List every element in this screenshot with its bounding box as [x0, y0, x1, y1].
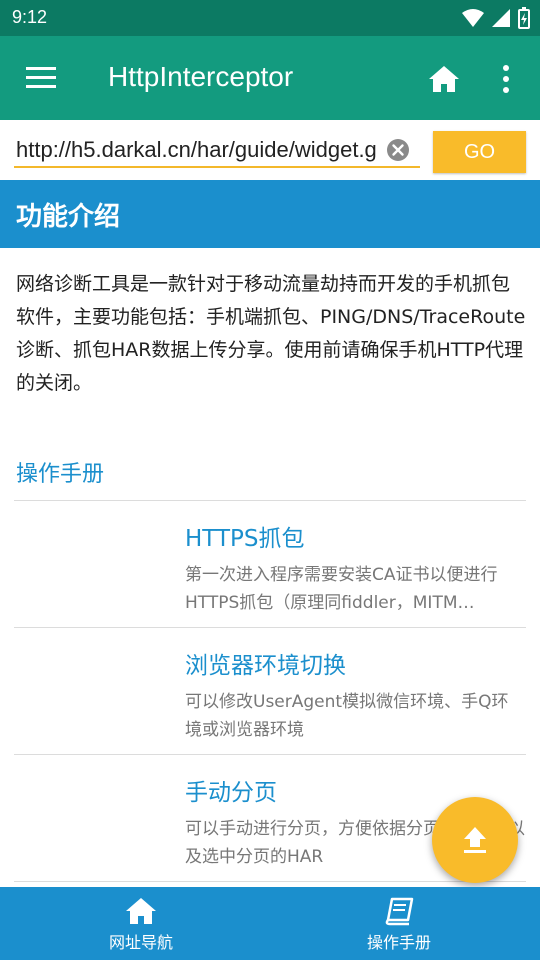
go-button[interactable]: GO [433, 131, 526, 173]
home-icon[interactable] [428, 64, 460, 94]
battery-icon [518, 7, 530, 29]
intro-text: 网络诊断工具是一款针对于移动流量劫持而开发的手机抓包软件，主要功能包括：手机端抓… [16, 273, 526, 394]
status-time: 9:12 [12, 7, 48, 27]
nav-item-url-navigation[interactable]: 网址导航 [6, 887, 276, 960]
more-options-icon[interactable] [496, 64, 516, 94]
divider [14, 881, 526, 882]
book-icon [385, 897, 414, 926]
nav-item-label: 操作手册 [366, 933, 431, 952]
guide-item-title: HTTPS抓包 [185, 526, 305, 552]
guide-item-desc: 第一次进入程序需要安装CA证书以便进行HTTPS抓包（原理同fiddler，MI… [185, 565, 498, 613]
url-input[interactable] [14, 134, 420, 168]
status-icons [462, 7, 530, 29]
guide-item-title: 浏览器环境切换 [185, 653, 346, 679]
section-title: 功能介绍 [16, 202, 121, 232]
manual-title: 操作手册 [16, 462, 105, 487]
upload-icon [464, 827, 486, 853]
guide-item-title: 手动分页 [185, 780, 277, 806]
menu-icon[interactable] [26, 66, 58, 90]
guide-item-desc: 可以修改UserAgent模拟微信环境、手Q环境或浏览器环境 [185, 692, 509, 740]
app-bar: HttpInterceptor [0, 36, 540, 120]
status-bar: 9:12 [0, 0, 540, 36]
home-icon [126, 898, 156, 924]
upload-fab[interactable] [432, 797, 518, 883]
bottom-nav: 网址导航 操作手册 [0, 887, 540, 960]
guide-item-https[interactable]: HTTPS抓包 第一次进入程序需要安装CA证书以便进行HTTPS抓包（原理同fi… [14, 501, 526, 627]
nav-item-manual[interactable]: 操作手册 [264, 887, 534, 960]
guide-item-browser-env[interactable]: 浏览器环境切换 可以修改UserAgent模拟微信环境、手Q环境或浏览器环境 [14, 628, 526, 754]
clear-icon[interactable] [386, 138, 410, 162]
nav-item-label: 网址导航 [108, 933, 173, 952]
signal-icon [492, 9, 510, 27]
section-header: 功能介绍 [0, 180, 540, 248]
wifi-icon [462, 9, 484, 27]
app-title: HttpInterceptor [108, 61, 294, 92]
